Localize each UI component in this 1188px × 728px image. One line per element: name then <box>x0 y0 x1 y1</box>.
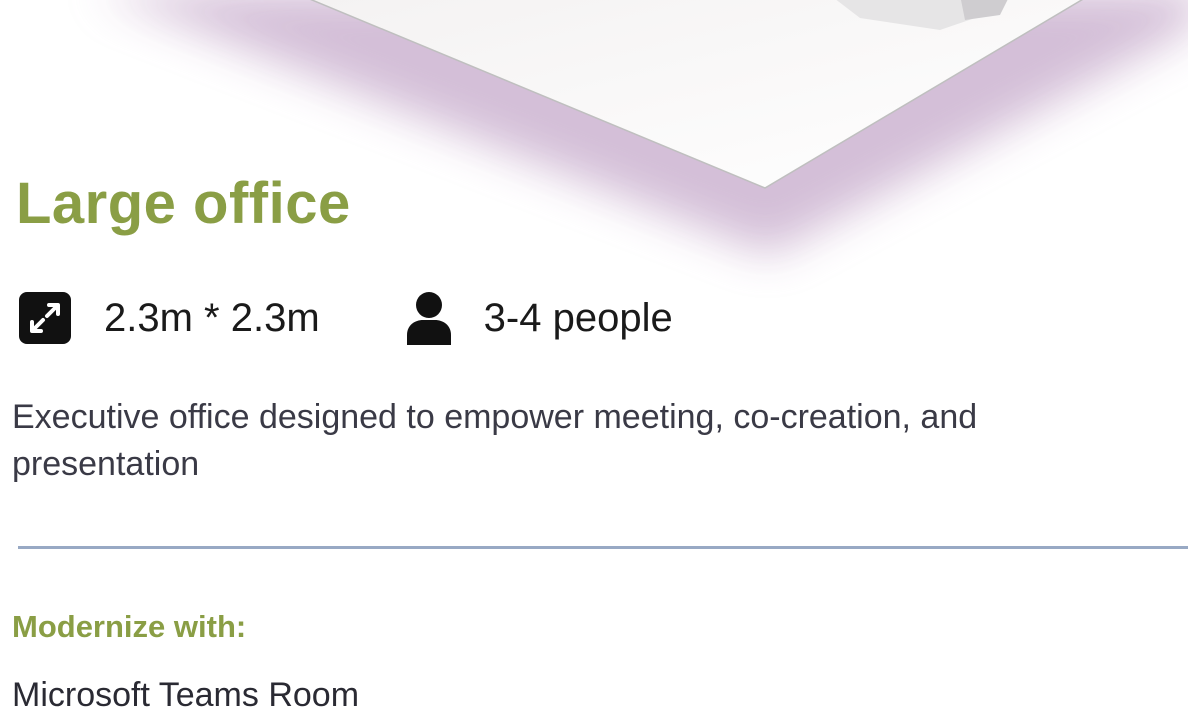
modernize-item: Microsoft Teams Room <box>12 676 360 714</box>
modernize-heading: Modernize with: <box>12 609 247 644</box>
expand-arrows-icon <box>18 291 72 345</box>
room-size-text: 2.3m * 2.3m <box>104 296 320 340</box>
room-capacity-spec: 3-4 people <box>402 291 673 345</box>
room-capacity-text: 3-4 people <box>483 296 673 340</box>
section-divider <box>18 546 1188 549</box>
person-icon <box>402 291 456 345</box>
room-size-spec: 2.3m * 2.3m <box>18 291 320 345</box>
room-title: Large office <box>16 171 351 236</box>
room-description: Executive office designed to empower mee… <box>12 398 978 483</box>
room-specs: 2.3m * 2.3m 3-4 people <box>18 290 673 346</box>
room-card: Large office 2.3m * 2.3m 3-4 people Exec… <box>0 0 1188 728</box>
room-floorplan-image <box>120 0 1188 255</box>
